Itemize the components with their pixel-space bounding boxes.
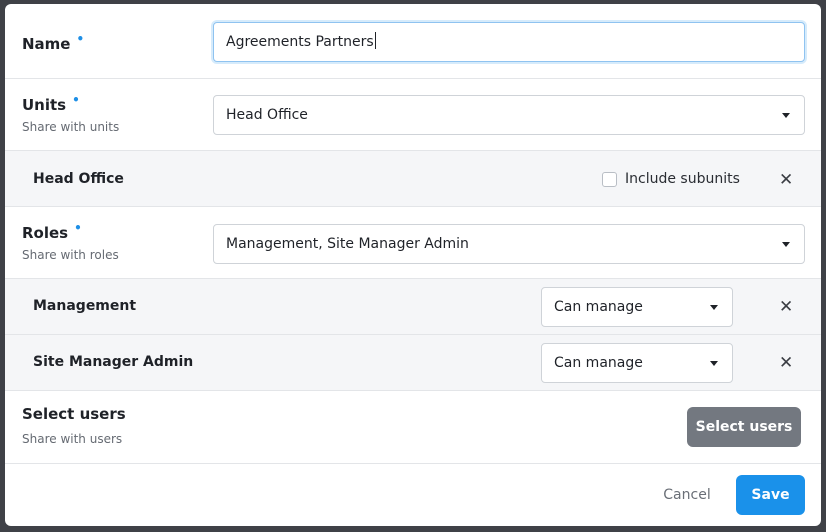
required-indicator: • <box>72 93 80 107</box>
users-hint: Share with users <box>22 432 123 446</box>
close-icon[interactable]: ✕ <box>779 355 793 372</box>
chevron-down-icon <box>782 242 790 247</box>
chevron-down-icon <box>782 113 790 118</box>
role-name: Management <box>33 298 137 314</box>
close-icon[interactable]: ✕ <box>779 172 793 189</box>
roles-label: Roles • <box>22 221 82 242</box>
chevron-down-icon <box>710 361 718 366</box>
units-row: Units • Share with units Head Office <box>5 79 821 151</box>
text-caret <box>374 32 376 49</box>
role-row: Site Manager Admin Can manage ✕ <box>5 335 821 391</box>
close-icon[interactable]: ✕ <box>779 299 793 316</box>
chevron-down-icon <box>710 305 718 310</box>
units-hint: Share with units <box>22 120 120 134</box>
roles-hint: Share with roles <box>22 248 119 262</box>
required-indicator: • <box>74 221 82 235</box>
name-row: Name • Agreements Partners <box>5 4 821 79</box>
users-label: Select users <box>22 405 126 423</box>
select-users-button[interactable]: Select users <box>687 407 801 447</box>
units-label: Units • <box>22 93 80 114</box>
dialog-footer: Cancel Save <box>5 464 821 526</box>
name-input[interactable]: Agreements Partners <box>213 22 805 62</box>
users-row: Select users Share with users Select use… <box>5 391 821 464</box>
include-subunits-checkbox[interactable] <box>602 172 617 187</box>
units-select[interactable]: Head Office <box>213 95 805 135</box>
share-dialog: Name • Agreements Partners Units • Share w… <box>5 4 821 526</box>
required-indicator: • <box>76 32 85 46</box>
role-permission-select[interactable]: Can manage <box>541 343 733 383</box>
role-name: Site Manager Admin <box>33 354 194 370</box>
unit-row: Head Office Include subunits ✕ <box>5 151 821 207</box>
role-permission-select[interactable]: Can manage <box>541 287 733 327</box>
unit-name: Head Office <box>33 171 124 187</box>
include-subunits-label: Include subunits <box>625 171 740 187</box>
roles-select[interactable]: Management, Site Manager Admin <box>213 224 805 264</box>
roles-row: Roles • Share with roles Management, Site… <box>5 207 821 279</box>
name-label: Name • <box>22 32 85 53</box>
save-button[interactable]: Save <box>736 475 805 515</box>
role-row: Management Can manage ✕ <box>5 279 821 335</box>
cancel-button[interactable]: Cancel <box>653 476 721 514</box>
